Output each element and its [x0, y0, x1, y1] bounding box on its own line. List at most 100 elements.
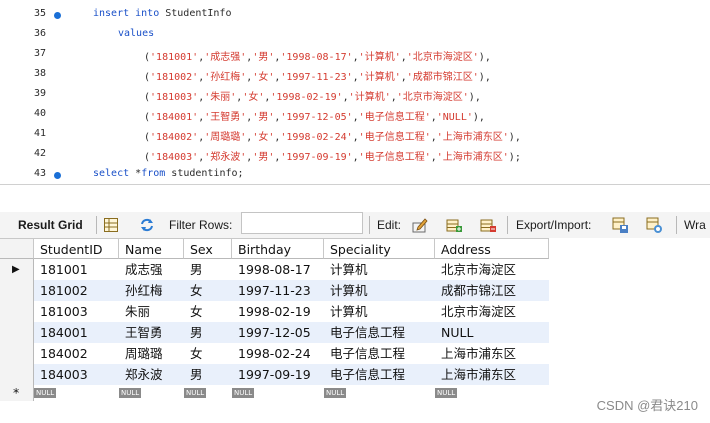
table-cell[interactable]: 计算机 — [324, 280, 435, 301]
code-line[interactable]: 35 insert into StudentInfo — [0, 4, 710, 24]
sql-editor[interactable]: 35 insert into StudentInfo 36 values 37 ('181… — [0, 0, 710, 185]
table-row[interactable]: ▶ 181001 成志强男 1998-08-17 计算机 北京市海淀区 — [0, 259, 549, 280]
code-token: '184002' — [150, 132, 199, 143]
table-cell[interactable]: 郑永波 — [119, 364, 184, 385]
table-cell[interactable]: 上海市浦东区 — [435, 364, 549, 385]
grid-view-icon[interactable] — [103, 217, 119, 233]
code-line[interactable]: 38 ('181002','孙红梅','女','1997-11-23','计算机'… — [0, 64, 710, 84]
table-row[interactable]: 184002 周璐璐女 1998-02-24 电子信息工程 上海市浦东区 — [0, 343, 549, 364]
code-token: 'NULL' — [436, 112, 473, 123]
null-badge: NULL — [232, 388, 255, 398]
code-line[interactable]: 37 ('181001','成志强','男','1998-08-17','计算机'… — [0, 44, 710, 64]
table-cell[interactable]: 上海市浦东区 — [435, 343, 549, 364]
table-cell[interactable]: 男 — [184, 364, 232, 385]
code-text: ('181003','朱丽','女','1998-02-19','计算机','北… — [144, 88, 481, 103]
row-selector[interactable] — [0, 322, 34, 343]
table-cell[interactable]: 电子信息工程 — [324, 322, 435, 343]
table-row[interactable]: 181002 孙红梅女 1997-11-23 计算机 成都市锦江区 — [0, 280, 549, 301]
export-icon[interactable] — [612, 217, 628, 233]
row-selector[interactable] — [0, 364, 34, 385]
refresh-icon[interactable] — [139, 217, 155, 233]
table-cell[interactable]: 成都市锦江区 — [435, 280, 549, 301]
code-line[interactable]: 39 ('181003','朱丽','女','1998-02-19','计算机',… — [0, 84, 710, 104]
result-grid-tab[interactable]: Result Grid — [18, 212, 83, 238]
table-cell[interactable]: 男 — [184, 322, 232, 343]
code-token: ), — [508, 132, 521, 143]
edit-cell-icon[interactable] — [412, 217, 428, 233]
code-line[interactable]: 41 ('184002','周璐璐','女','1998-02-24','电子信息… — [0, 124, 710, 144]
line-number: 38 — [33, 68, 46, 79]
delete-row-icon[interactable] — [480, 217, 496, 233]
column-header-name[interactable]: Name — [119, 238, 184, 259]
code-token: '女' — [252, 72, 275, 83]
table-cell[interactable]: 女 — [184, 301, 232, 322]
column-header-birthday[interactable]: Birthday — [232, 238, 324, 259]
code-line[interactable]: 42 ('184003','郑永波','男','1997-09-19','电子信息… — [0, 144, 710, 164]
code-token: '北京市海淀区' — [406, 52, 479, 63]
code-text: values — [118, 28, 154, 39]
code-token: '王智勇' — [204, 112, 247, 123]
code-line[interactable]: 36 values — [0, 24, 710, 44]
row-selector[interactable] — [0, 343, 34, 364]
row-selector[interactable] — [0, 280, 34, 301]
code-token: '计算机' — [358, 52, 401, 63]
code-text: select *from studentinfo; — [93, 168, 244, 179]
code-line[interactable]: 40 ('184001','王智勇','男','1997-12-05','电子信息… — [0, 104, 710, 124]
table-cell[interactable]: 女 — [184, 280, 232, 301]
table-cell[interactable]: 计算机 — [324, 259, 435, 280]
table-cell[interactable]: 电子信息工程 — [324, 343, 435, 364]
table-cell[interactable]: 181001 — [34, 259, 119, 280]
add-row-icon[interactable] — [446, 217, 462, 233]
table-cell[interactable]: 1997-09-19 — [232, 364, 324, 385]
table-cell[interactable]: 1997-11-23 — [232, 280, 324, 301]
import-icon[interactable] — [646, 217, 662, 233]
code-token: '181002' — [150, 72, 199, 83]
table-cell[interactable]: 1998-08-17 — [232, 259, 324, 280]
column-header-address[interactable]: Address — [435, 238, 549, 259]
null-badge: NULL — [119, 388, 142, 398]
code-token: '1998-08-17' — [280, 52, 353, 63]
table-cell[interactable]: 男 — [184, 259, 232, 280]
table-cell[interactable]: 1997-12-05 — [232, 322, 324, 343]
table-cell[interactable]: 女 — [184, 343, 232, 364]
null-badge: NULL — [34, 388, 57, 398]
table-cell[interactable]: 1998-02-24 — [232, 343, 324, 364]
table-cell[interactable]: 181003 — [34, 301, 119, 322]
code-token: '成都市锦江区' — [406, 72, 479, 83]
code-text: ('184002','周璐璐','女','1998-02-24','电子信息工程… — [144, 128, 521, 143]
row-selector[interactable]: ▶ — [0, 259, 34, 280]
line-number: 42 — [33, 148, 46, 159]
column-header-speciality[interactable]: Speciality — [324, 238, 435, 259]
code-token: '朱丽' — [204, 92, 237, 103]
table-cell[interactable]: 成志强 — [119, 259, 184, 280]
table-cell[interactable]: 王智勇 — [119, 322, 184, 343]
wrap-label[interactable]: Wra — [684, 212, 706, 238]
table-cell[interactable]: 184003 — [34, 364, 119, 385]
column-header-studentid[interactable]: StudentID — [34, 238, 119, 259]
table-cell[interactable]: 1998-02-19 — [232, 301, 324, 322]
table-cell[interactable]: 北京市海淀区 — [435, 259, 549, 280]
null-badge: NULL — [435, 388, 458, 398]
table-row[interactable]: 184001 王智勇男 1997-12-05 电子信息工程 NULL — [0, 322, 549, 343]
line-number: 36 — [33, 28, 46, 39]
table-cell[interactable]: 周璐璐 — [119, 343, 184, 364]
table-cell[interactable]: NULL — [435, 322, 549, 343]
table-row[interactable]: 181003 朱丽女 1998-02-19 计算机 北京市海淀区 — [0, 301, 549, 322]
code-token: '184003' — [150, 152, 199, 163]
column-header-sex[interactable]: Sex — [184, 238, 232, 259]
new-row[interactable]: * NULL NULL NULL NULL NULL NULL — [0, 385, 549, 401]
table-cell[interactable]: 朱丽 — [119, 301, 184, 322]
code-text: ('184003','郑永波','男','1997-09-19','电子信息工程… — [144, 148, 521, 163]
code-line[interactable]: 43 select *from studentinfo; — [0, 164, 710, 184]
filter-rows-input[interactable] — [241, 212, 363, 234]
table-cell[interactable]: 孙红梅 — [119, 280, 184, 301]
table-row[interactable]: 184003 郑永波男 1997-09-19 电子信息工程 上海市浦东区 — [0, 364, 549, 385]
table-cell[interactable]: 181002 — [34, 280, 119, 301]
row-selector[interactable] — [0, 301, 34, 322]
table-cell[interactable]: 184001 — [34, 322, 119, 343]
table-cell[interactable]: 电子信息工程 — [324, 364, 435, 385]
table-cell[interactable]: 北京市海淀区 — [435, 301, 549, 322]
table-cell[interactable]: 计算机 — [324, 301, 435, 322]
watermark: CSDN @君诀210 — [596, 398, 698, 413]
table-cell[interactable]: 184002 — [34, 343, 119, 364]
